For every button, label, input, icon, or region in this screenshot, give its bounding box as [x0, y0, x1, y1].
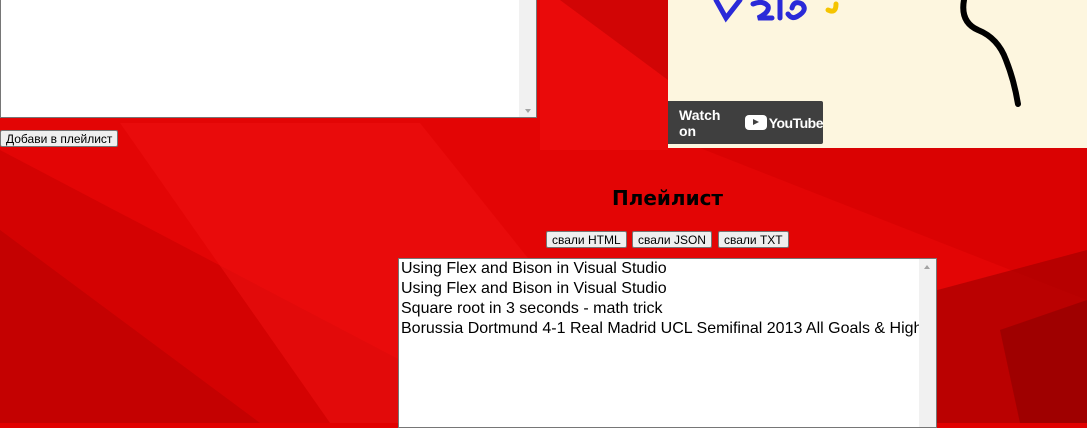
youtube-logo: YouTube: [744, 114, 824, 131]
scroll-down-arrow-icon[interactable]: [525, 109, 531, 113]
scroll-up-arrow-icon[interactable]: [924, 265, 930, 269]
download-txt-button[interactable]: свали TXT: [718, 231, 789, 248]
textarea-scrollbar[interactable]: [519, 0, 536, 117]
youtube-embed[interactable]: Watch on YouTube: [668, 0, 1087, 148]
playlist-item[interactable]: Borussia Dortmund 4-1 Real Madrid UCL Se…: [400, 319, 920, 339]
playlist-items: Using Flex and Bison in Visual Studio Us…: [400, 259, 920, 339]
watch-on-label: Watch on: [679, 106, 721, 139]
playlist-item[interactable]: Square root in 3 seconds - math trick: [400, 299, 920, 319]
playlist-box[interactable]: Using Flex and Bison in Visual Studio Us…: [398, 258, 937, 428]
playlist-scrollbar[interactable]: [919, 259, 936, 427]
watch-on-youtube-button[interactable]: Watch on YouTube: [668, 101, 824, 144]
video-url-textarea[interactable]: [0, 0, 537, 118]
playlist-item[interactable]: Using Flex and Bison in Visual Studio: [400, 259, 920, 279]
download-html-button[interactable]: свали HTML: [546, 231, 627, 248]
youtube-play-icon: [744, 115, 767, 130]
add-to-playlist-button[interactable]: Добави в плейлист: [0, 130, 119, 147]
playlist-item[interactable]: Using Flex and Bison in Visual Studio: [400, 279, 920, 299]
youtube-brand-text: YouTube: [768, 114, 824, 131]
download-json-button[interactable]: свали JSON: [632, 231, 712, 248]
playlist-title: Плейлист: [611, 186, 724, 210]
